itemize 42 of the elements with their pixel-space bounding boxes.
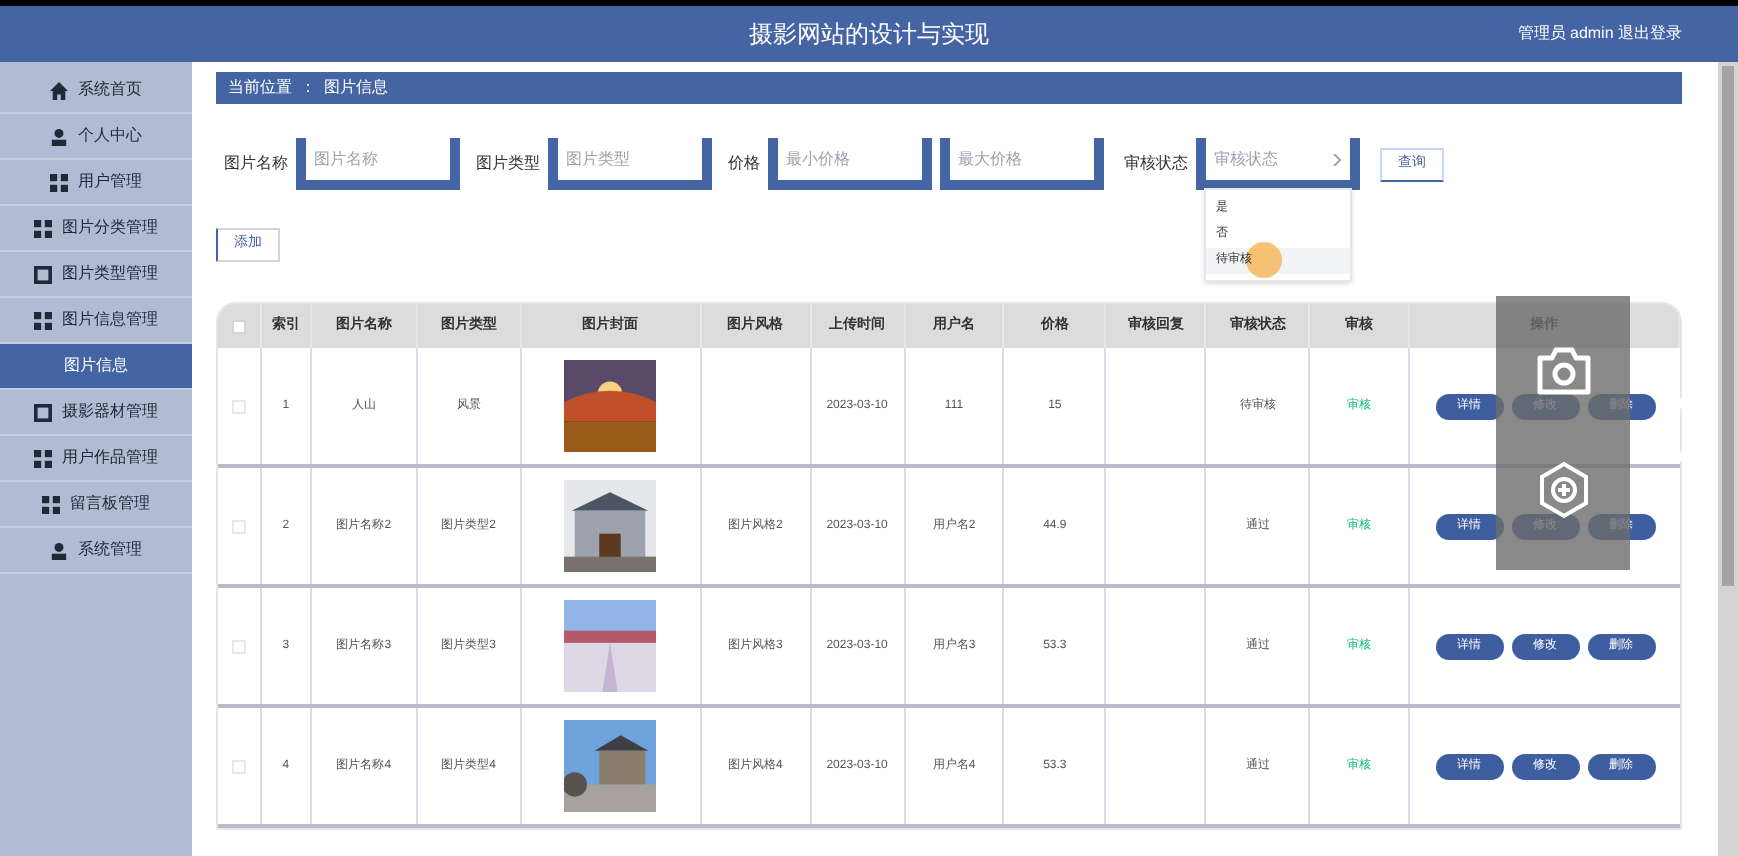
home-icon bbox=[50, 81, 68, 99]
checkbox[interactable] bbox=[231, 319, 246, 333]
grid-icon bbox=[50, 173, 68, 191]
site-title: 摄影网站的设计与实现 bbox=[749, 18, 989, 52]
grid-icon bbox=[42, 495, 60, 513]
user-info[interactable]: 管理员 admin 退出登录 bbox=[1082, 22, 1682, 46]
sidebar-item[interactable]: 系统首页 bbox=[0, 68, 192, 114]
sidebar-item[interactable]: 图片类型管理 bbox=[0, 252, 192, 298]
search-field[interactable]: 最小价格 bbox=[768, 138, 932, 190]
user-icon bbox=[50, 127, 68, 145]
sidebar-item[interactable]: 用户作品管理 bbox=[0, 436, 192, 482]
sidebar-item[interactable]: 个人中心 bbox=[0, 114, 192, 160]
field-label: 审核状态 bbox=[1124, 152, 1188, 176]
hexagon-plus-icon[interactable] bbox=[1535, 459, 1591, 520]
search-field[interactable]: 最大价格 bbox=[940, 138, 1104, 190]
grid-icon bbox=[34, 311, 52, 329]
field-label: 价格 bbox=[728, 152, 760, 176]
sidebar-item[interactable]: 用户管理 bbox=[0, 160, 192, 206]
user-icon bbox=[50, 541, 68, 559]
grid-icon bbox=[34, 449, 52, 467]
breadcrumb-link[interactable]: 当前位置 bbox=[228, 76, 292, 100]
checkbox[interactable] bbox=[231, 399, 246, 413]
checkbox[interactable] bbox=[231, 639, 246, 653]
grid-icon bbox=[34, 219, 52, 237]
checkbox[interactable] bbox=[231, 759, 246, 773]
search-field[interactable]: 图片名称 bbox=[296, 138, 460, 190]
field-label: 图片名称 bbox=[224, 152, 288, 176]
sidebar-item[interactable]: 图片信息 bbox=[0, 344, 192, 390]
search-field[interactable]: 图片类型 bbox=[548, 138, 712, 190]
scrollbar[interactable] bbox=[1718, 62, 1738, 856]
camera-icon[interactable] bbox=[1533, 346, 1593, 399]
sidebar-item[interactable]: 图片分类管理 bbox=[0, 206, 192, 252]
sidebar-item[interactable]: 摄影器材管理 bbox=[0, 390, 192, 436]
field-label: 图片类型 bbox=[476, 152, 540, 176]
square-icon bbox=[34, 265, 52, 283]
checkbox[interactable] bbox=[231, 519, 246, 533]
breadcrumb-separator: ： bbox=[300, 76, 316, 100]
sidebar-item[interactable]: 留言板管理 bbox=[0, 482, 192, 528]
chevron-icon bbox=[1332, 153, 1342, 165]
sidebar-item[interactable]: 系统管理 bbox=[0, 528, 192, 574]
breadcrumb-current: 图片信息 bbox=[324, 76, 388, 100]
square-icon bbox=[34, 403, 52, 421]
